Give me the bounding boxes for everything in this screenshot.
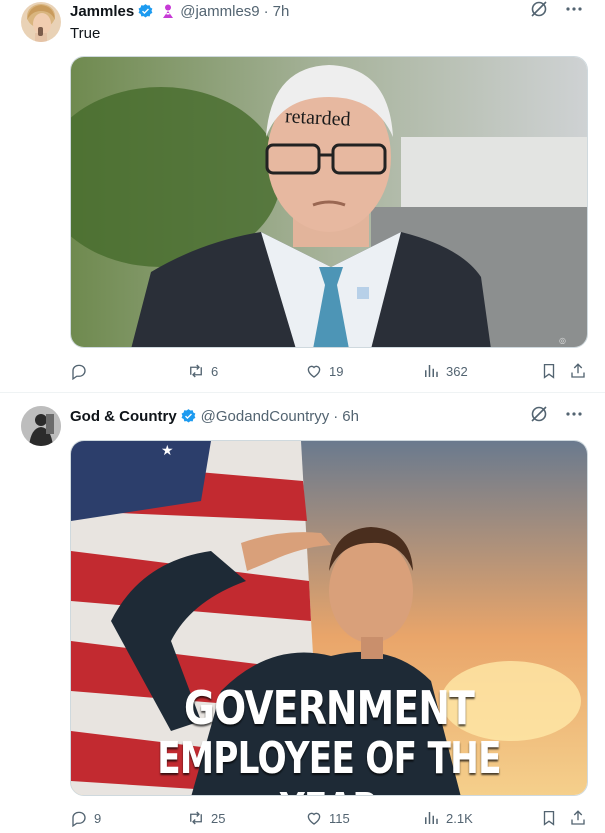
separator-dot: · bbox=[263, 2, 269, 20]
analytics-icon bbox=[425, 365, 438, 377]
reply-icon bbox=[72, 364, 86, 380]
reply-icon bbox=[72, 811, 86, 827]
tweet-image[interactable]: ★ GOVERNMENT EMPLOYEE OF THE YEAR bbox=[70, 440, 588, 796]
tweet-actions: 6 19 362 bbox=[70, 361, 588, 381]
tweet-header: God & Country @GodandCountryy · 6h bbox=[70, 405, 359, 427]
share-button[interactable] bbox=[569, 808, 587, 828]
retweet-count: 6 bbox=[211, 363, 219, 379]
reply-button[interactable] bbox=[70, 361, 94, 381]
tweet-header: Jammles @jammles9 · 7h bbox=[70, 0, 289, 22]
author-name[interactable]: Jammles bbox=[70, 3, 134, 20]
more-icon[interactable] bbox=[565, 0, 583, 23]
like-button[interactable]: 19 bbox=[305, 361, 343, 381]
svg-text:★: ★ bbox=[161, 442, 174, 458]
bookmark-button[interactable] bbox=[540, 808, 558, 828]
share-icon bbox=[571, 363, 585, 378]
heart-icon bbox=[307, 365, 321, 378]
retweet-count: 25 bbox=[211, 810, 226, 826]
tweet-divider bbox=[0, 392, 605, 393]
image-overlay-text: retarded bbox=[284, 105, 352, 131]
avatar[interactable] bbox=[21, 406, 61, 446]
tweet[interactable]: God & Country @GodandCountryy · 6h ★ GOV… bbox=[0, 394, 605, 833]
affiliate-badge-icon[interactable] bbox=[160, 3, 176, 19]
retweet-icon bbox=[190, 811, 202, 825]
bookmark-icon bbox=[543, 810, 555, 826]
retweet-button[interactable]: 6 bbox=[187, 361, 218, 381]
tweet-text: True bbox=[70, 25, 101, 42]
tweet-header-actions bbox=[529, 405, 583, 427]
image-caption-line2: EMPLOYEE OF THE YEAR bbox=[157, 733, 501, 795]
avatar[interactable] bbox=[21, 2, 61, 42]
author-handle[interactable]: @GodandCountryy bbox=[201, 408, 330, 425]
views-button[interactable]: 2.1K bbox=[422, 808, 473, 828]
retweet-button[interactable]: 25 bbox=[187, 808, 225, 828]
retweet-icon bbox=[190, 364, 202, 378]
timestamp[interactable]: 6h bbox=[342, 408, 359, 425]
tweet-actions: 9 25 115 2.1K bbox=[70, 808, 588, 828]
reply-button[interactable]: 9 bbox=[70, 808, 101, 828]
like-count: 115 bbox=[329, 810, 350, 826]
bookmark-icon bbox=[543, 363, 555, 379]
separator-dot: · bbox=[333, 407, 339, 425]
tweet[interactable]: Jammles @jammles9 · 7h True ◎ retarded 6… bbox=[0, 0, 605, 393]
analytics-icon bbox=[425, 812, 438, 824]
views-count: 2.1K bbox=[446, 810, 473, 826]
grok-icon[interactable] bbox=[529, 0, 549, 24]
reply-count: 9 bbox=[94, 810, 102, 826]
verified-badge-icon bbox=[137, 3, 154, 20]
like-button[interactable]: 115 bbox=[305, 808, 350, 828]
author-name[interactable]: God & Country bbox=[70, 408, 177, 425]
verified-badge-icon bbox=[180, 408, 197, 425]
svg-text:◎: ◎ bbox=[559, 336, 566, 345]
grok-icon[interactable] bbox=[529, 404, 549, 429]
tweet-header-actions bbox=[529, 0, 583, 22]
tweet-image[interactable]: ◎ retarded bbox=[70, 56, 588, 348]
views-count: 362 bbox=[446, 363, 468, 379]
heart-icon bbox=[307, 812, 321, 825]
share-button[interactable] bbox=[569, 361, 587, 381]
share-icon bbox=[571, 810, 585, 825]
author-handle[interactable]: @jammles9 bbox=[180, 3, 259, 20]
image-caption-line1: GOVERNMENT bbox=[184, 681, 475, 735]
bookmark-button[interactable] bbox=[540, 361, 558, 381]
more-icon[interactable] bbox=[565, 405, 583, 428]
like-count: 19 bbox=[329, 363, 344, 379]
views-button[interactable]: 362 bbox=[422, 361, 468, 381]
timestamp[interactable]: 7h bbox=[273, 3, 290, 20]
